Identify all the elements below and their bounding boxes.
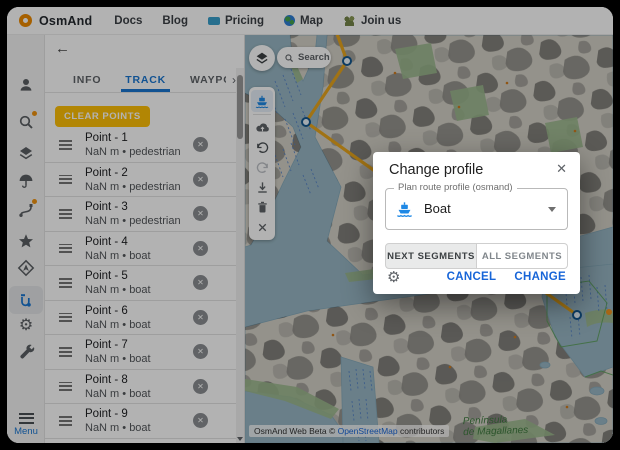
dialog-footer: ⚙ CANCEL CHANGE <box>387 268 566 286</box>
change-button[interactable]: CHANGE <box>514 271 566 283</box>
dialog-title: Change profile <box>389 162 483 178</box>
gear-icon[interactable]: ⚙ <box>387 270 400 285</box>
app-window: OsmAnd Docs Blog Pricing Map Join us <box>7 7 613 443</box>
segments-toggle: NEXT SEGMENTS ALL SEGMENTS <box>385 243 568 269</box>
boat-icon <box>395 199 414 218</box>
dialog-close-button[interactable]: ✕ <box>554 159 569 179</box>
profile-select-value: Boat <box>424 201 451 216</box>
profile-select[interactable]: Plan route profile (osmand) Boat <box>385 188 568 230</box>
cancel-button[interactable]: CANCEL <box>447 271 497 283</box>
all-segments-button[interactable]: ALL SEGMENTS <box>477 243 568 269</box>
next-segments-button[interactable]: NEXT SEGMENTS <box>385 243 477 269</box>
change-profile-dialog: Change profile ✕ Plan route profile (osm… <box>373 152 580 294</box>
profile-select-label: Plan route profile (osmand) <box>394 182 517 193</box>
dropdown-caret-icon <box>548 207 556 212</box>
